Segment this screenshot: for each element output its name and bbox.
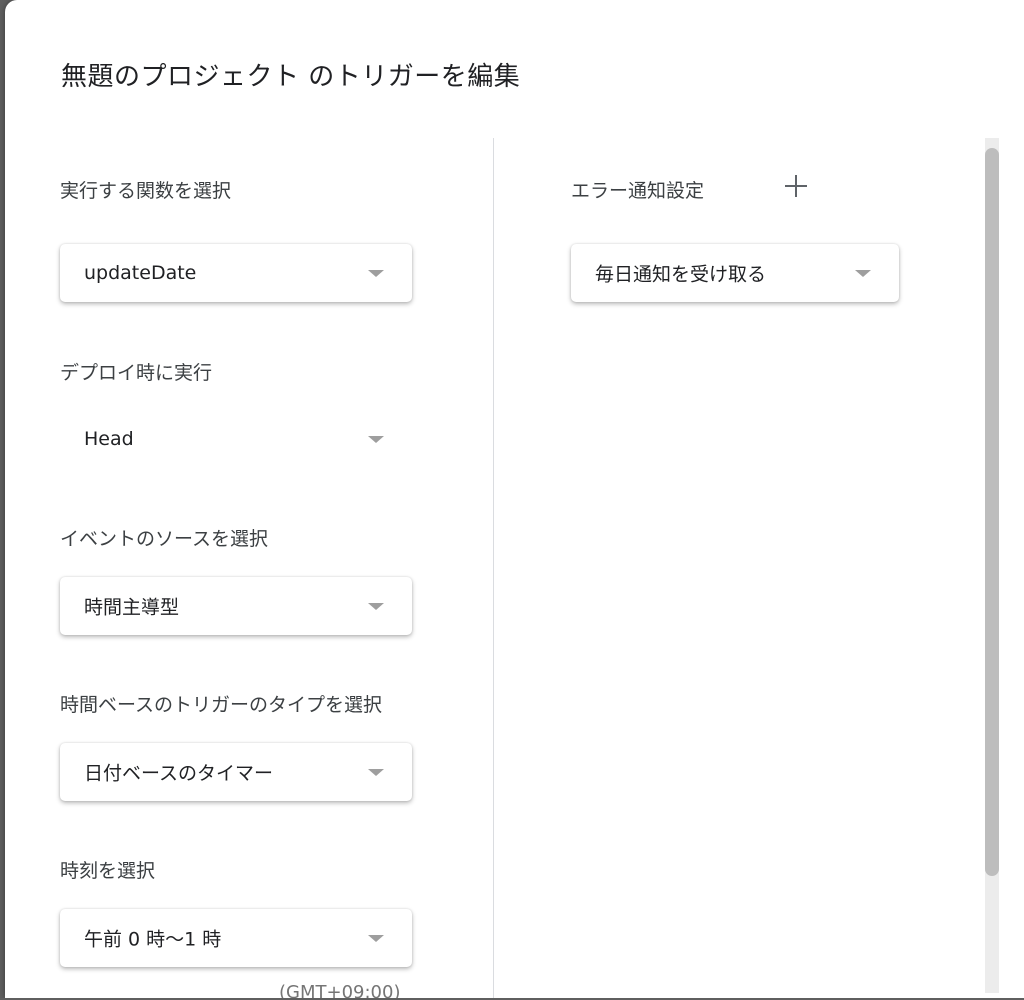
time-of-day-select[interactable]: 午前 0 時〜1 時 xyxy=(60,909,412,967)
scrollbar-thumb[interactable] xyxy=(985,148,999,876)
caret-down-icon xyxy=(368,436,384,443)
trigger-type-label: 時間ベースのトリガーのタイプを選択 xyxy=(60,694,383,716)
caret-down-icon xyxy=(368,769,384,776)
event-source-select-value: 時間主導型 xyxy=(84,596,180,619)
scrollbar-track[interactable] xyxy=(985,138,999,993)
dialog-title: 無題のプロジェクト のトリガーを編集 xyxy=(61,62,521,92)
trigger-type-select-value: 日付ベースのタイマー xyxy=(84,762,274,785)
time-of-day-label: 時刻を選択 xyxy=(60,860,156,882)
deployment-label: デプロイ時に実行 xyxy=(60,362,213,384)
caret-down-icon xyxy=(855,270,871,277)
function-select-value: updateDate xyxy=(84,262,197,284)
deployment-select-value: Head xyxy=(84,428,134,450)
event-source-select[interactable]: 時間主導型 xyxy=(60,577,412,635)
time-of-day-select-value: 午前 0 時〜1 時 xyxy=(84,928,222,951)
caret-down-icon xyxy=(368,270,384,277)
caret-down-icon xyxy=(368,935,384,942)
column-divider xyxy=(493,138,494,998)
timezone-note: (GMT+09:00) xyxy=(279,982,401,998)
caret-down-icon xyxy=(368,603,384,610)
error-notification-label: エラー通知設定 xyxy=(571,180,705,202)
function-select[interactable]: updateDate xyxy=(60,244,412,302)
trigger-type-select[interactable]: 日付ベースのタイマー xyxy=(60,743,412,801)
function-label: 実行する関数を選択 xyxy=(60,180,232,202)
plus-icon[interactable] xyxy=(785,175,807,197)
event-source-label: イベントのソースを選択 xyxy=(60,528,269,550)
error-notification-select-value: 毎日通知を受け取る xyxy=(595,263,767,286)
deployment-select[interactable]: Head xyxy=(60,410,412,468)
edit-trigger-dialog: 無題のプロジェクト のトリガーを編集 実行する関数を選択 updateDate … xyxy=(5,0,1024,998)
error-notification-select[interactable]: 毎日通知を受け取る xyxy=(571,244,899,302)
